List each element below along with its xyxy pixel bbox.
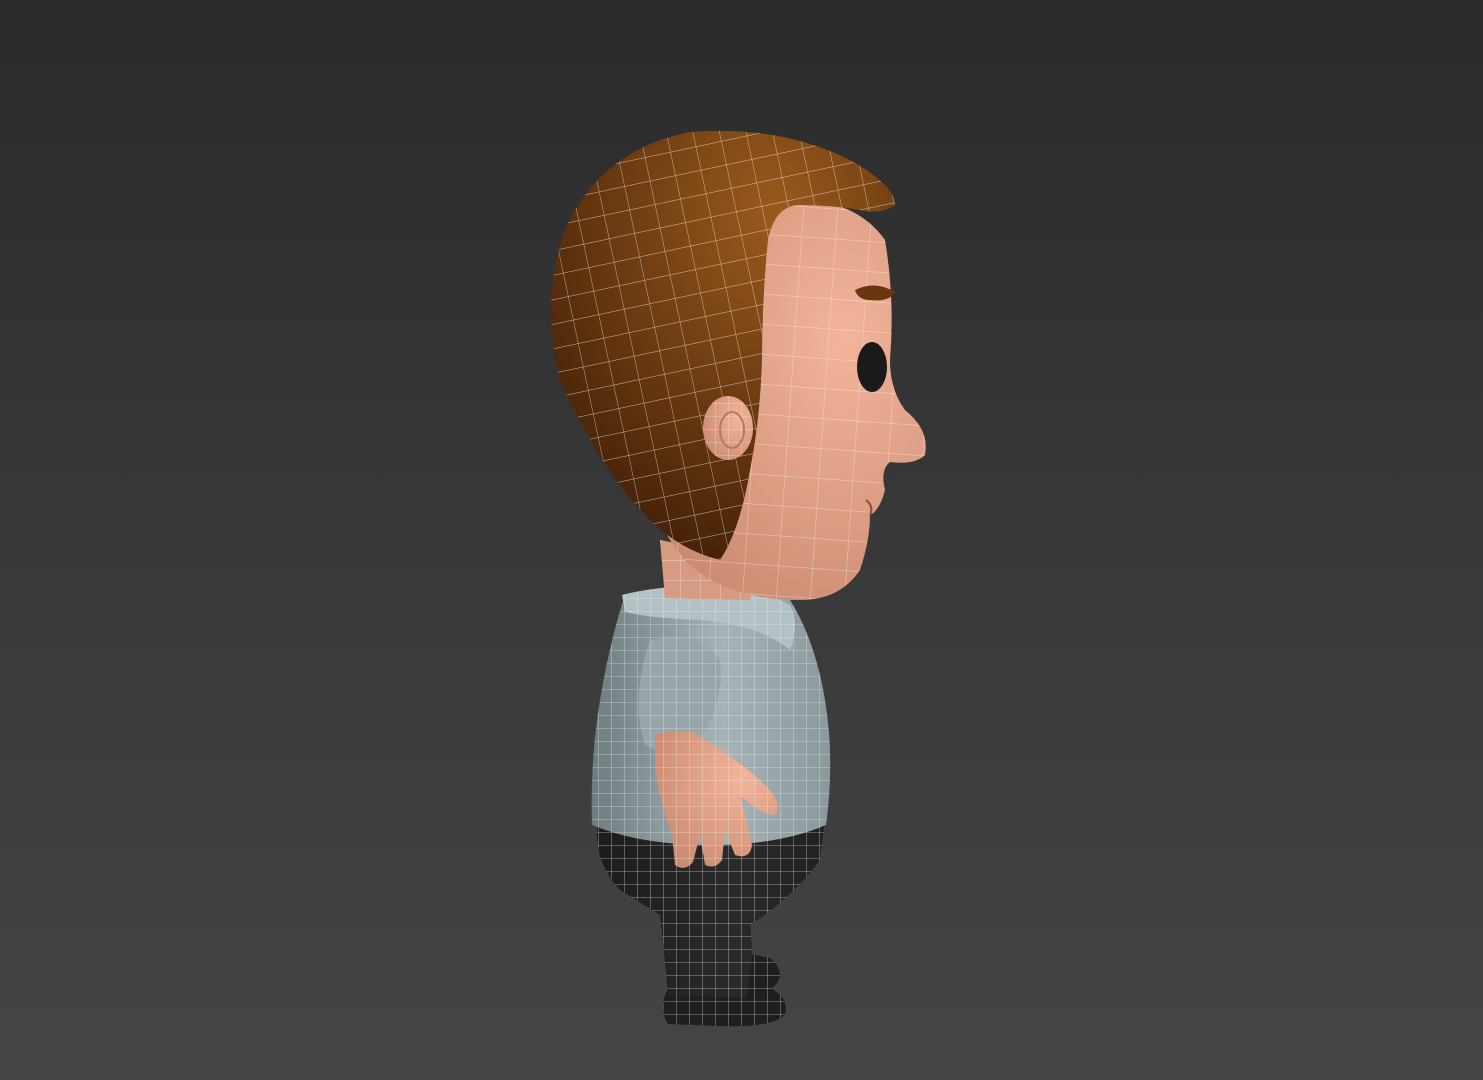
3d-viewport[interactable] xyxy=(0,0,1483,1080)
eye xyxy=(857,342,887,392)
ear xyxy=(703,396,753,460)
character-model[interactable] xyxy=(0,0,1483,1080)
